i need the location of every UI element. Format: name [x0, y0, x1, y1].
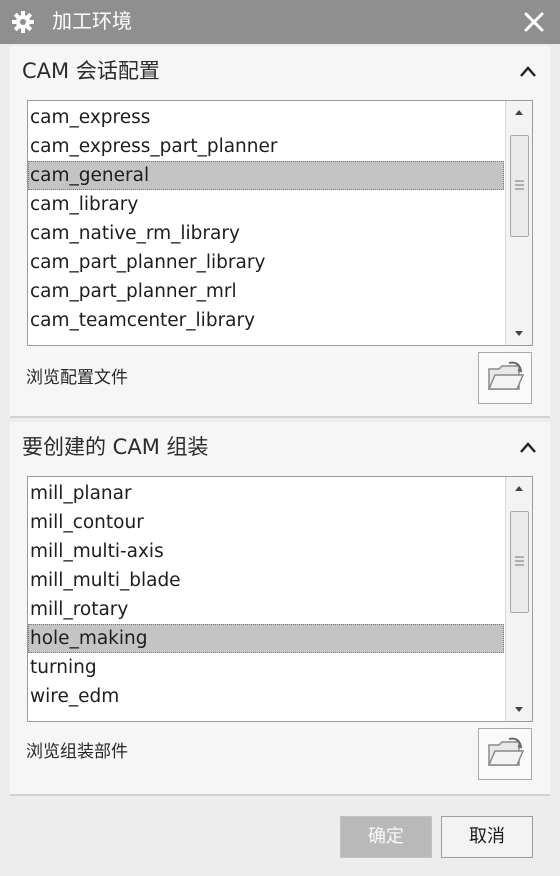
- ok-button[interactable]: 确定: [340, 816, 432, 858]
- vertical-scrollbar[interactable]: [505, 101, 532, 345]
- list-item[interactable]: cam_express: [28, 103, 504, 132]
- list-item[interactable]: wire_edm: [28, 682, 504, 711]
- cancel-button[interactable]: 取消: [441, 816, 533, 858]
- list-item[interactable]: cam_library: [28, 190, 504, 219]
- list-item[interactable]: cam_native_rm_library: [28, 219, 504, 248]
- setup-header[interactable]: 要创建的 CAM 组装: [10, 422, 550, 474]
- close-icon[interactable]: [522, 10, 546, 34]
- session-config-list[interactable]: cam_express cam_express_part_planner cam_g…: [27, 100, 533, 346]
- grip-icon: [515, 180, 524, 190]
- list-item[interactable]: cam_general: [28, 161, 504, 190]
- setup-list[interactable]: mill_planar mill_contour mill_multi-axis mi…: [27, 476, 533, 722]
- list-item[interactable]: cam_part_planner_library: [28, 248, 504, 277]
- dialog-footer: 确定 取消: [0, 796, 560, 876]
- list-item[interactable]: hole_making: [28, 624, 504, 653]
- chevron-up-icon[interactable]: [518, 438, 538, 458]
- session-config-header[interactable]: CAM 会话配置: [10, 46, 550, 98]
- setup-title: 要创建的 CAM 组装: [22, 435, 209, 459]
- session-config-panel: CAM 会话配置 cam_express cam_express_part_pla…: [10, 46, 550, 418]
- gear-icon: [12, 11, 34, 33]
- scroll-down-arrow-icon[interactable]: [506, 699, 532, 721]
- list-item[interactable]: cam_express_part_planner: [28, 132, 504, 161]
- list-item[interactable]: mill_multi_blade: [28, 566, 504, 595]
- list-item[interactable]: mill_contour: [28, 508, 504, 537]
- list-item[interactable]: turning: [28, 653, 504, 682]
- list-item[interactable]: cam_part_planner_mrl: [28, 277, 504, 306]
- browse-config-button[interactable]: [478, 352, 532, 404]
- scroll-up-arrow-icon[interactable]: [506, 477, 532, 499]
- browse-config-label: 浏览配置文件: [26, 368, 128, 388]
- list-item[interactable]: mill_multi-axis: [28, 537, 504, 566]
- browse-setup-button[interactable]: [478, 728, 532, 780]
- list-item[interactable]: mill_planar: [28, 479, 504, 508]
- window-title: 加工环境: [52, 9, 132, 33]
- list-item[interactable]: mill_rotary: [28, 595, 504, 624]
- setup-panel: 要创建的 CAM 组装 mill_planar mill_contour mill_…: [10, 422, 550, 796]
- open-folder-icon: [487, 737, 525, 766]
- title-bar: 加工环境: [0, 0, 560, 44]
- open-folder-icon: [487, 361, 525, 390]
- scrollbar-thumb[interactable]: [510, 135, 529, 237]
- browse-setup-label: 浏览组装部件: [26, 742, 128, 762]
- grip-icon: [515, 556, 524, 566]
- vertical-scrollbar[interactable]: [505, 477, 532, 721]
- scroll-down-arrow-icon[interactable]: [506, 323, 532, 345]
- list-item[interactable]: cam_teamcenter_library: [28, 306, 504, 335]
- scrollbar-thumb[interactable]: [510, 511, 529, 613]
- chevron-up-icon[interactable]: [518, 62, 538, 82]
- scroll-up-arrow-icon[interactable]: [506, 101, 532, 123]
- session-config-title: CAM 会话配置: [22, 59, 160, 83]
